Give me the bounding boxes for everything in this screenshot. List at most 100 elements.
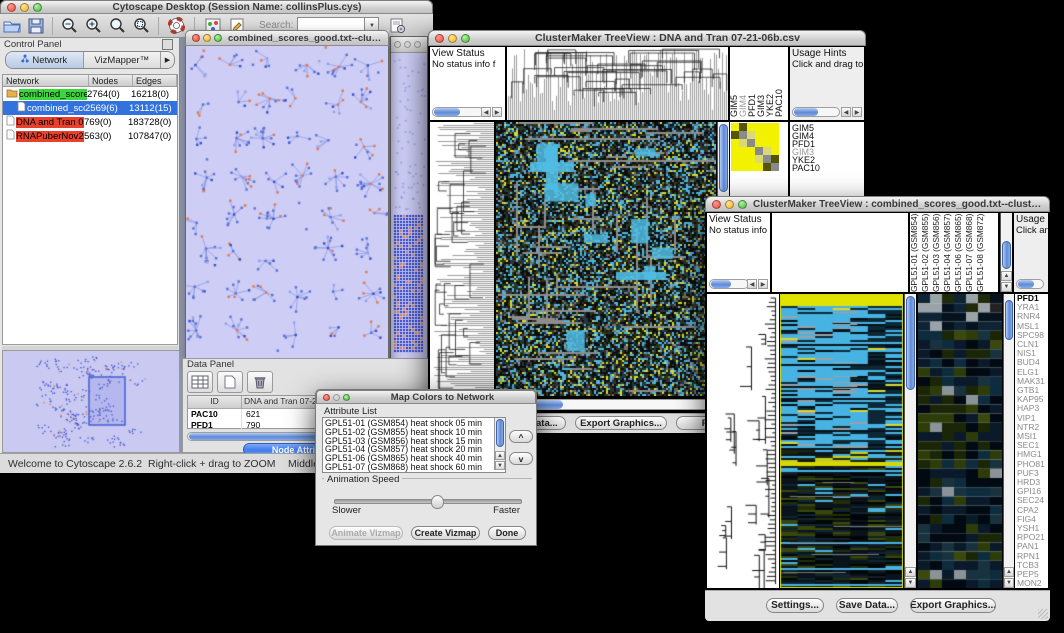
matrix-cell[interactable] [739,123,747,131]
scroll-up-button[interactable]: ▲ [1004,567,1014,577]
matrix-cell[interactable] [755,123,763,131]
view-status-scrollbar[interactable] [709,279,749,289]
tv2-top-vscrollbar[interactable]: ▲ ▼ [1000,213,1012,292]
tv1-column-labels[interactable]: GIM5GIM4PFD1GIM3YKE2PAC10 [730,47,788,120]
matrix-cell[interactable] [747,139,755,147]
tv2-gene-labels[interactable]: PFD1YRA1RNR4MSL1SPC98CLN1NIS1BUD4ELG1MAK… [1015,294,1048,588]
close-button[interactable] [192,34,200,42]
open-folder-icon[interactable] [0,16,24,36]
move-up-button[interactable]: ^ [509,430,533,443]
scroll-left-button[interactable]: ◀ [481,107,491,117]
new-page-icon[interactable] [217,371,243,393]
matrix-cell[interactable] [747,147,755,155]
scroll-thumb[interactable] [906,296,915,390]
animate-vizmap-button[interactable]: Animate Vizmap [329,526,403,540]
resize-grip[interactable] [1038,609,1048,619]
matrix-cell[interactable] [739,163,747,171]
network-table-row[interactable]: RNAPuberNov2+563(0)107847(0) [3,129,177,143]
matrix-cell[interactable] [763,131,771,139]
zoom-button[interactable] [738,200,747,209]
minimize-button[interactable] [333,394,340,401]
scroll-thumb[interactable] [719,124,728,192]
usage-hints-scrollbar[interactable] [1016,279,1044,289]
export-graphics-button[interactable]: Export Graphics... [910,598,996,613]
matrix-cell[interactable] [747,155,755,163]
matrix-cell[interactable] [763,155,771,163]
network-table-row[interactable]: DNA and Tran 07769(0)183728(0) [3,115,177,129]
column-header-network[interactable]: Network [3,75,89,86]
zoom-fit-icon[interactable] [105,16,129,36]
scroll-up-button[interactable]: ▲ [1001,271,1012,281]
tv1-heatmap-canvas[interactable] [496,122,716,396]
settings-button[interactable]: Settings... [766,598,824,613]
matrix-cell[interactable] [771,139,779,147]
zoom-in-icon[interactable] [81,16,105,36]
scroll-down-button[interactable]: ▼ [1001,282,1012,292]
tab-vizmapper-[interactable]: VizMapper™ [83,52,161,68]
background-network-canvas[interactable] [391,53,427,365]
scroll-right-button[interactable]: ▶ [852,107,862,117]
tv1-detail-matrix[interactable] [731,123,779,171]
create-vizmap-button[interactable]: Create Vizmap [411,526,480,540]
scroll-up-button[interactable]: ▲ [495,451,505,460]
close-button[interactable] [712,200,721,209]
attr-column-header[interactable]: ID [188,396,242,408]
scroll-up-button[interactable]: ▲ [905,567,916,577]
attribute-list-item[interactable]: GPL51-07 (GSM868) heat shock 60 min [325,463,503,472]
export-document-icon[interactable] [385,16,409,36]
matrix-cell[interactable] [731,155,739,163]
matrix-cell[interactable] [747,123,755,131]
scroll-thumb[interactable] [496,419,504,447]
animation-speed-slider[interactable] [334,499,522,504]
matrix-cell[interactable] [755,155,763,163]
scroll-down-button[interactable]: ▼ [1004,578,1014,588]
matrix-cell[interactable] [731,131,739,139]
scroll-down-button[interactable]: ▼ [495,461,505,470]
matrix-cell[interactable] [747,131,755,139]
zoom-button[interactable] [33,3,42,12]
close-button[interactable] [435,34,444,43]
birdseye-view-canvas[interactable] [2,350,180,453]
matrix-cell[interactable] [739,139,747,147]
save-icon[interactable] [24,16,48,36]
matrix-cell[interactable] [739,147,747,155]
scroll-left-button[interactable]: ◀ [841,107,851,117]
column-header-nodes[interactable]: Nodes [89,75,133,86]
view-status-scrollbar[interactable] [432,107,484,117]
minimize-button[interactable] [448,34,457,43]
scroll-thumb[interactable] [1005,300,1013,340]
tv2-zoom-vscrollbar[interactable]: ▲ ▼ [1003,294,1014,588]
matrix-cell[interactable] [755,139,763,147]
matrix-cell[interactable] [763,139,771,147]
save-data-button[interactable]: Save Data... [836,598,898,613]
main-title-bar[interactable]: Cytoscape Desktop (Session Name: collins… [0,0,433,14]
matrix-cell[interactable] [755,163,763,171]
scroll-right-button[interactable]: ▶ [492,107,502,117]
matrix-cell[interactable] [747,163,755,171]
background-network-window[interactable] [390,36,428,365]
matrix-cell[interactable] [771,147,779,155]
tv2-column-dendrogram-area[interactable] [772,213,908,292]
window-controls[interactable] [7,3,42,12]
minimize-button[interactable] [404,41,411,48]
export-graphics-button[interactable]: Export Graphics... [575,416,667,430]
delete-icon[interactable] [247,371,273,393]
matrix-cell[interactable] [739,131,747,139]
matrix-cell[interactable] [731,163,739,171]
matrix-cell[interactable] [731,147,739,155]
tv2-vscrollbar[interactable]: ▲ ▼ [904,294,916,588]
scroll-right-button[interactable]: ▶ [758,279,768,289]
column-label[interactable]: PAC10 [775,47,784,117]
minimize-button[interactable] [203,34,211,42]
matrix-cell[interactable] [771,163,779,171]
zoom-out-icon[interactable] [57,16,81,36]
matrix-cell[interactable] [771,155,779,163]
matrix-cell[interactable] [731,139,739,147]
matrix-cell[interactable] [771,123,779,131]
gene-label[interactable]: MON2 [1017,579,1048,588]
done-button[interactable]: Done [488,526,526,540]
network-table-row[interactable]: combined_scores2764(0)16218(0) [3,87,177,101]
tv2-row-dendrogram[interactable] [707,294,779,588]
minimize-button[interactable] [725,200,734,209]
zoom-button[interactable] [343,394,350,401]
